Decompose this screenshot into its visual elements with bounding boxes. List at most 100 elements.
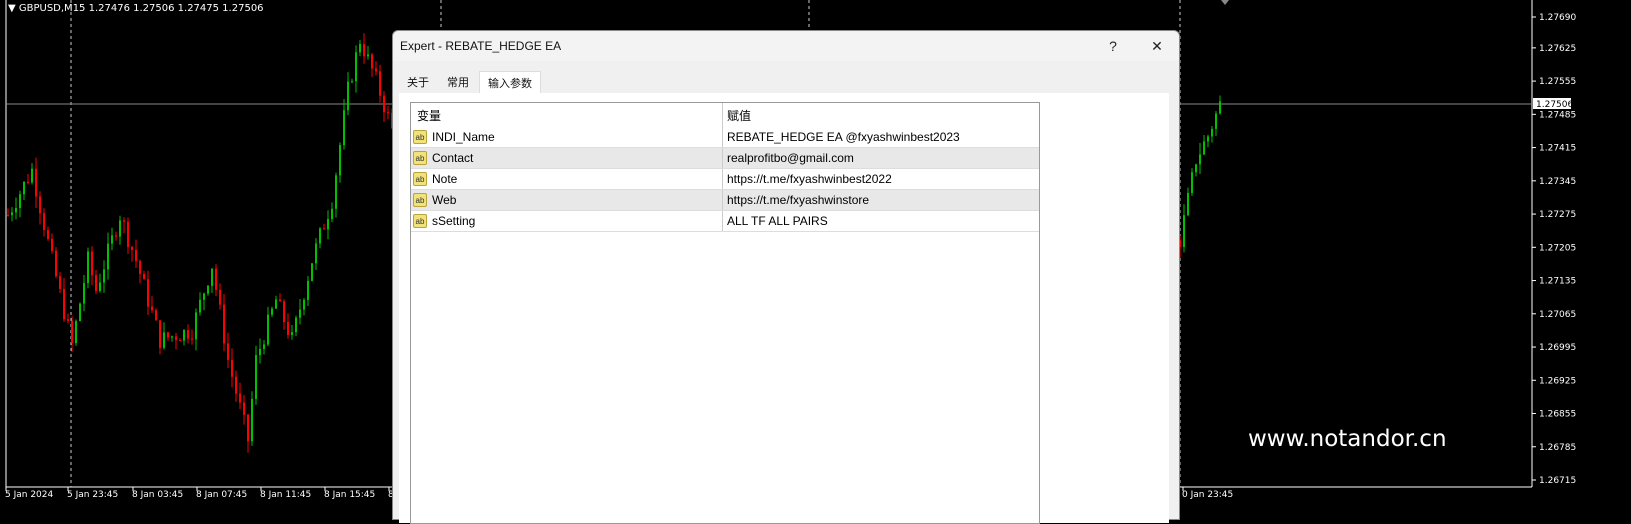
dialog-titlebar[interactable]: Expert - REBATE_HEDGE EA ? ✕ [393,31,1179,61]
candle-body [163,332,165,348]
tab-inputs[interactable]: 输入参数 [479,71,541,94]
table-row[interactable]: ab sSetting ALL TF ALL PAIRS [411,211,1039,232]
candle-body [223,304,225,344]
tab-bar: 关于 常用 输入参数 [399,71,543,94]
candle-body [295,317,297,333]
variable-cell[interactable]: ab sSetting [411,211,723,231]
price-tick-label: 1.27135 [1539,277,1576,287]
candle-body [183,330,185,341]
candle-body [243,402,245,415]
candle-body [1203,141,1205,155]
price-tick-label: 1.27555 [1539,77,1576,87]
candle-body [219,289,221,305]
candle-body [199,299,201,313]
candle-body [351,81,353,83]
time-tick-label: 8 Jan 07:45 [196,490,247,500]
variable-name: INDI_Name [432,130,495,144]
dialog-title: Expert - REBATE_HEDGE EA [400,39,562,53]
candle-body [375,68,377,72]
variable-cell[interactable]: ab Note [411,169,723,189]
candle-body [355,52,357,82]
time-tick-label: 5 Jan 23:45 [67,490,118,500]
price-tick-label: 1.27205 [1539,243,1576,253]
candle-body [99,282,101,291]
candle-body [279,299,281,302]
candle-body [231,359,233,377]
candle-body [11,212,13,216]
price-tick-label: 1.26995 [1539,343,1576,353]
candle-body [67,319,69,321]
candle-body [307,280,309,300]
candle-body [175,336,177,341]
price-tick-label: 1.26785 [1539,443,1576,453]
candle-body [59,276,61,289]
price-tick-label: 1.27625 [1539,44,1576,54]
candle-body [1219,101,1221,114]
candle-body [259,348,261,356]
candle-body [191,338,193,340]
expert-dialog: Expert - REBATE_HEDGE EA ? ✕ 关于 常用 输入参数 … [392,30,1180,524]
candle-body [103,269,105,283]
tab-about[interactable]: 关于 [399,71,437,93]
value-cell[interactable]: ALL TF ALL PAIRS [723,214,828,228]
candle-body [119,220,121,237]
value-cell[interactable]: REBATE_HEDGE EA @fxyashwinbest2023 [723,130,960,144]
candle-body [155,310,157,321]
variable-name: sSetting [432,214,476,228]
tab-common[interactable]: 常用 [439,71,477,93]
candle-body [75,320,77,344]
candle-body [39,196,41,214]
candle-body [251,398,253,442]
candle-body [371,54,373,69]
string-type-icon: ab [413,214,427,228]
candle-body [215,268,217,290]
candle-body [387,112,389,114]
candle-body [159,320,161,348]
string-type-icon: ab [413,172,427,186]
candle-body [167,332,169,338]
variable-cell[interactable]: ab INDI_Name [411,127,723,147]
candle-body [343,110,345,146]
table-row[interactable]: ab Contact realprofitbo@gmail.com [411,148,1039,169]
candle-body [1195,164,1197,173]
candle-body [263,344,265,349]
candle-body [275,299,277,309]
candle-body [143,274,145,280]
candle-body [1199,154,1201,165]
table-row[interactable]: ab Note https://t.me/fxyashwinbest2022 [411,169,1039,190]
candle-body [47,229,49,239]
table-header: 变量 赋值 [411,103,1039,127]
symbol-ohlc: GBPUSD,M15 1.27476 1.27506 1.27475 1.275… [18,3,264,14]
time-tick-label: 5 Jan 2024 [5,490,53,500]
close-button[interactable]: ✕ [1135,38,1179,55]
candle-body [255,355,257,399]
table-row[interactable]: ab INDI_Name REBATE_HEDGE EA @fxyashwinbes… [411,127,1039,148]
shift-marker-icon[interactable] [1221,0,1229,5]
price-tick-label: 1.27485 [1539,110,1576,120]
value-cell[interactable]: https://t.me/fxyashwinbest2022 [723,172,892,186]
candle-body [187,330,189,339]
table-row[interactable]: ab Web https://t.me/fxyashwinstore [411,190,1039,211]
candle-body [95,275,97,291]
candle-body [363,44,365,57]
candle-body [107,243,109,270]
variable-cell[interactable]: ab Web [411,190,723,210]
candle-body [383,95,385,113]
price-tick-label: 1.27275 [1539,210,1576,220]
header-value[interactable]: 赋值 [723,107,751,124]
variable-cell[interactable]: ab Contact [411,148,723,168]
candle-body [171,336,173,338]
header-variable[interactable]: 变量 [411,103,723,127]
watermark: www.notandor.cn [1248,426,1447,452]
price-tick-label: 1.27065 [1539,310,1576,320]
candle-body [179,340,181,342]
candle-body [327,218,329,230]
candle-body [15,207,17,213]
candle-body [287,322,289,336]
candle-body [31,168,33,183]
time-tick-label: 0 Jan 23:45 [1182,490,1233,500]
candle-body [1211,128,1213,137]
help-button[interactable]: ? [1091,38,1135,54]
value-cell[interactable]: https://t.me/fxyashwinstore [723,193,869,207]
value-cell[interactable]: realprofitbo@gmail.com [723,151,854,165]
